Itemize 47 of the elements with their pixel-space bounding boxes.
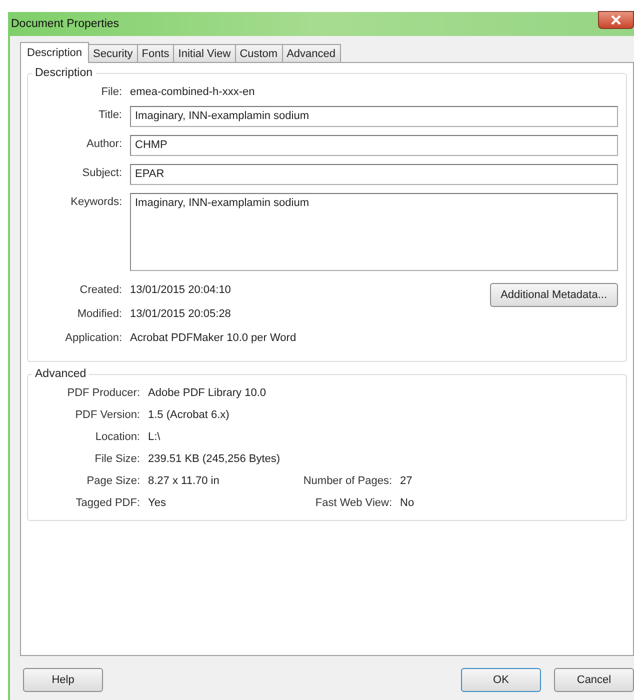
field-value: Adobe PDF Library 10.0 — [148, 386, 268, 399]
field-label: Number of Pages: — [302, 474, 393, 487]
close-icon — [610, 15, 622, 25]
field-value: No — [400, 496, 414, 509]
additional-metadata-button[interactable]: Additional Metadata... — [490, 283, 618, 307]
field-label: PDF Producer: — [66, 386, 141, 399]
field-value: 13/01/2015 20:05:28 — [130, 307, 231, 320]
tab[interactable]: Fonts — [136, 44, 174, 62]
group-title: Description — [34, 67, 94, 79]
dialog-button[interactable]: Cancel — [554, 668, 634, 692]
tab[interactable]: Description — [20, 42, 90, 63]
field-label: File: — [100, 85, 123, 98]
field-label: File Size: — [94, 452, 141, 465]
field-label: Page Size: — [86, 474, 141, 487]
field-label: Location: — [94, 430, 141, 443]
field-value: 13/01/2015 20:04:10 — [130, 283, 231, 296]
field-label: Modified: — [76, 307, 123, 320]
field-value: 8.27 x 11.70 in — [148, 474, 220, 487]
window-title: Document Properties — [11, 18, 120, 30]
tab[interactable]: Custom — [234, 44, 283, 62]
text-area[interactable]: Imaginary, INN-examplamin sodium — [130, 193, 618, 271]
field-label: Fast Web View: — [314, 496, 393, 509]
field-value: 27 — [400, 474, 412, 487]
field-label: Author: — [86, 137, 123, 150]
field-value: 1.5 (Acrobat 6.x) — [148, 408, 230, 421]
field-value: Acrobat PDFMaker 10.0 per Word — [130, 331, 296, 344]
input-field[interactable]: Imaginary, INN-examplamin sodium — [130, 106, 618, 127]
dialog-button[interactable]: Help — [23, 668, 103, 692]
field-label: Keywords: — [70, 195, 123, 208]
field-label: Subject: — [81, 166, 123, 179]
input-field[interactable]: EPAR — [130, 164, 618, 185]
input-field[interactable]: CHMP — [130, 135, 618, 156]
tab[interactable]: Security — [88, 44, 138, 62]
field-value: L:\ — [148, 430, 162, 443]
field-label: Tagged PDF: — [74, 496, 141, 509]
field-value: Yes — [148, 496, 167, 509]
field-value: emea-combined-h-xxx-en — [130, 85, 255, 98]
field-label: Application: — [64, 331, 123, 344]
field-label: Created: — [78, 283, 123, 296]
tab[interactable]: Initial View — [173, 44, 236, 62]
field-label: Title: — [98, 108, 123, 121]
dialog-button[interactable]: OK — [461, 668, 541, 692]
group-title: Advanced — [34, 368, 88, 380]
close-button[interactable] — [598, 11, 634, 29]
tab[interactable]: Advanced — [282, 44, 341, 62]
field-value: 239.51 KB (245,256 Bytes) — [148, 452, 282, 465]
field-label: PDF Version: — [74, 408, 141, 421]
